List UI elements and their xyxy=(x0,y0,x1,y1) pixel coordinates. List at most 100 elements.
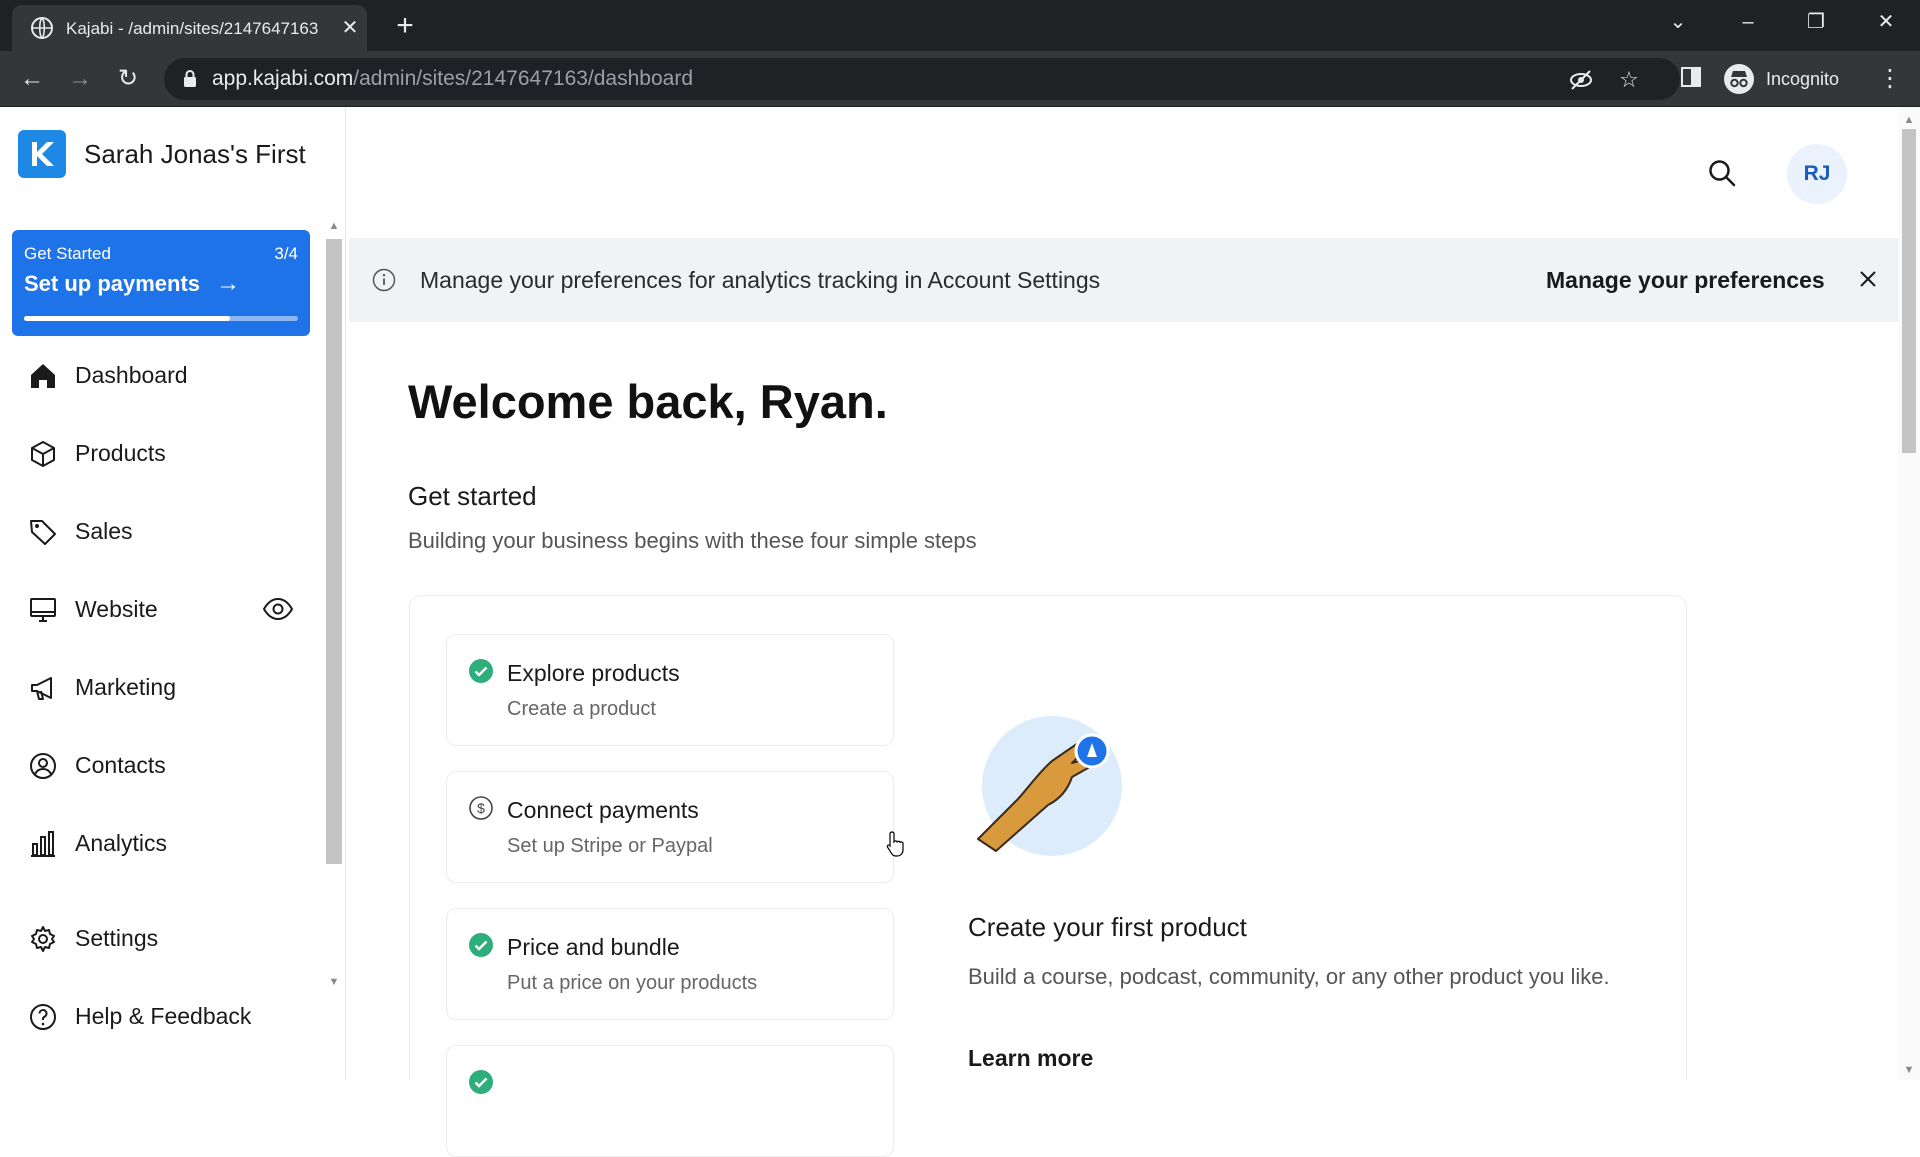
arrow-right-icon: → xyxy=(216,270,240,297)
get-started-subtitle: Building your business begins with these… xyxy=(408,528,977,553)
sidebar-item-analytics[interactable]: Analytics xyxy=(24,817,300,869)
check-circle-icon xyxy=(469,1070,493,1094)
sidebar-item-label: Contacts xyxy=(75,752,166,778)
sidebar-item-website[interactable]: Website xyxy=(24,583,300,635)
sidebar-item-help[interactable]: Help & Feedback xyxy=(24,990,300,1042)
sidebar: Sarah Jonas's First Get Started 3/4 Set … xyxy=(0,107,346,1080)
get-started-title: Set up payments xyxy=(24,271,201,296)
incognito-icon xyxy=(1724,64,1754,94)
restore-icon[interactable]: ❐ xyxy=(1798,8,1834,36)
sidebar-scrollbar[interactable]: ▲ ▼ xyxy=(323,219,345,989)
sidebar-item-label: Website xyxy=(75,596,158,622)
bar-chart-icon xyxy=(31,831,55,857)
info-icon xyxy=(372,268,396,292)
search-icon[interactable] xyxy=(1707,158,1737,188)
step-price-and-bundle[interactable]: Price and bundle Put a price on your pro… xyxy=(446,908,894,1020)
sidebar-item-sales[interactable]: Sales xyxy=(24,505,300,557)
home-icon xyxy=(31,364,55,388)
browser-menu-icon[interactable]: ⋮ xyxy=(1878,63,1902,95)
scroll-up-icon[interactable]: ▲ xyxy=(1903,115,1915,126)
analytics-preferences-banner: Manage your preferences for analytics tr… xyxy=(349,238,1898,322)
step-title: Explore products xyxy=(507,660,680,686)
sidebar-item-label: Sales xyxy=(75,518,133,544)
scroll-up-icon[interactable]: ▲ xyxy=(328,221,340,232)
reload-icon[interactable]: ↻ xyxy=(112,63,144,95)
tab-close-icon[interactable]: ✕ xyxy=(338,16,362,40)
address-bar[interactable]: app.kajabi.com/admin/sites/2147647163/da… xyxy=(164,58,1680,100)
incognito-label: Incognito xyxy=(1766,69,1840,89)
browser-tab[interactable]: Kajabi - /admin/sites/2147647163 ✕ xyxy=(12,5,367,51)
tab-search-icon[interactable]: ⌄ xyxy=(1660,8,1696,36)
url-path: /admin/sites/2147647163/dashboard xyxy=(353,67,694,90)
get-started-label: Get Started xyxy=(24,244,111,263)
welcome-heading: Welcome back, Ryan. xyxy=(408,375,888,428)
back-icon[interactable]: ← xyxy=(16,63,48,95)
banner-text: Manage your preferences for analytics tr… xyxy=(420,267,1101,293)
tab-title: Kajabi - /admin/sites/2147647163 xyxy=(66,19,319,38)
get-started-heading: Get started xyxy=(408,481,537,511)
sidebar-item-label: Help & Feedback xyxy=(75,1003,252,1029)
detail-title: Create your first product xyxy=(968,912,1247,942)
hand-cursor-icon xyxy=(886,831,904,857)
check-circle-icon xyxy=(469,659,493,683)
step-connect-payments[interactable]: $ Connect payments Set up Stripe or Payp… xyxy=(446,771,894,883)
get-started-count: 3/4 xyxy=(274,244,298,263)
gear-icon xyxy=(31,926,55,952)
sidebar-item-dashboard[interactable]: Dashboard xyxy=(24,349,300,401)
get-started-progress xyxy=(24,316,298,321)
close-window-icon[interactable]: ✕ xyxy=(1868,8,1904,36)
user-circle-icon xyxy=(30,753,56,779)
svg-text:$: $ xyxy=(477,800,485,816)
get-started-progress-fill xyxy=(24,316,230,321)
sidebar-item-settings[interactable]: Settings xyxy=(24,912,300,964)
url-host: app.kajabi.com xyxy=(212,67,354,90)
get-started-panel: Explore products Create a product $ Conn… xyxy=(409,595,1687,1157)
tracking-protection-icon[interactable] xyxy=(1568,67,1594,93)
megaphone-icon xyxy=(31,677,52,700)
sidebar-item-label: Settings xyxy=(75,925,159,951)
step-subtitle: Set up Stripe or Paypal xyxy=(507,835,713,857)
dollar-circle-icon: $ xyxy=(469,796,493,820)
sidebar-item-products[interactable]: Products xyxy=(24,427,300,479)
lock-icon xyxy=(184,70,196,87)
sidebar-item-label: Products xyxy=(75,440,166,466)
step-fourth[interactable] xyxy=(446,1045,894,1157)
globe-icon xyxy=(31,17,53,39)
tag-icon xyxy=(30,520,56,545)
sidebar-item-label: Dashboard xyxy=(75,362,188,388)
box-icon xyxy=(31,441,55,467)
learn-more-link[interactable]: Learn more xyxy=(968,1044,1093,1072)
site-name[interactable]: Sarah Jonas's First xyxy=(84,138,306,170)
check-circle-icon xyxy=(469,933,493,957)
step-subtitle: Create a product xyxy=(507,698,656,720)
minimize-icon[interactable]: – xyxy=(1730,8,1766,36)
main-scrollbar[interactable]: ▲ ▼ xyxy=(1898,107,1920,1080)
eye-icon[interactable] xyxy=(262,595,294,623)
step-title: Connect payments xyxy=(507,797,699,823)
new-tab-button[interactable]: + xyxy=(388,11,422,41)
kajabi-logo[interactable] xyxy=(18,130,66,178)
close-icon[interactable] xyxy=(1857,268,1879,290)
sidebar-item-contacts[interactable]: Contacts xyxy=(24,739,300,791)
help-circle-icon xyxy=(30,1004,56,1030)
scroll-down-icon[interactable]: ▼ xyxy=(1903,1065,1915,1076)
monitor-icon xyxy=(30,598,56,622)
sidebar-item-label: Analytics xyxy=(75,830,168,856)
browser-toolbar: ← → ↻ app.kajabi.com/admin/sites/2147647… xyxy=(0,51,1920,107)
bookmark-star-icon[interactable]: ☆ xyxy=(1616,67,1642,93)
incognito-profile-button[interactable]: Incognito xyxy=(1716,61,1872,97)
step-title: Price and bundle xyxy=(507,934,680,960)
side-panel-icon[interactable] xyxy=(1678,66,1704,92)
get-started-card[interactable]: Get Started 3/4 Set up payments → xyxy=(12,230,310,336)
detail-description: Build a course, podcast, community, or a… xyxy=(968,964,1610,989)
sidebar-scroll-thumb[interactable] xyxy=(326,239,342,864)
forward-icon[interactable]: → xyxy=(64,63,96,95)
step-explore-products[interactable]: Explore products Create a product xyxy=(446,634,894,746)
user-avatar[interactable]: RJ xyxy=(1787,144,1847,204)
sidebar-item-label: Marketing xyxy=(75,674,176,700)
manage-preferences-link[interactable]: Manage your preferences xyxy=(1546,266,1825,294)
scroll-down-icon[interactable]: ▼ xyxy=(328,977,340,988)
main-scroll-thumb[interactable] xyxy=(1902,129,1916,453)
step-subtitle: Put a price on your products xyxy=(507,972,758,994)
sidebar-item-marketing[interactable]: Marketing xyxy=(24,661,300,713)
